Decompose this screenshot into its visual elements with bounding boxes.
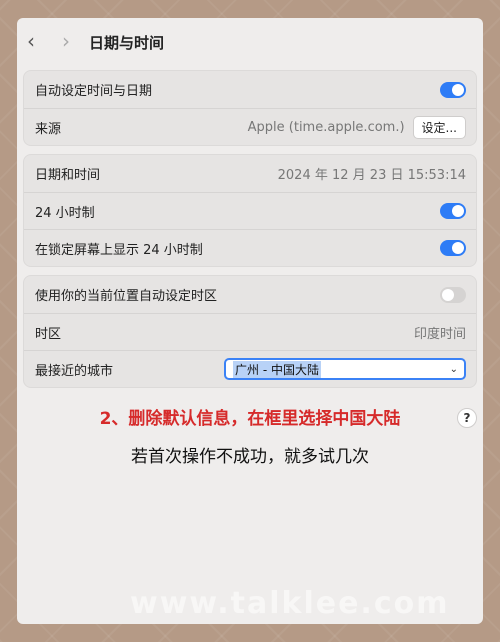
instruction-red: 2、删除默认信息，在框里选择中国大陆 — [99, 409, 401, 429]
auto-time-group: 自动设定时间与日期 来源 Apple (time.apple.com.) 设定.… — [23, 70, 477, 146]
timezone-group: 使用你的当前位置自动设定时区 时区 印度时间 最接近的城市 广州 - 中国大陆 … — [23, 275, 477, 388]
auto-time-toggle[interactable] — [440, 81, 466, 98]
auto-time-label: 自动设定时间与日期 — [35, 84, 153, 99]
tz-row: 时区 印度时间 — [24, 313, 476, 350]
lock24-toggle[interactable] — [440, 240, 466, 256]
city-row: 最接近的城市 广州 - 中国大陆 ⌄ — [24, 350, 476, 387]
lock24-label: 在锁定屏幕上显示 24 小时制 — [35, 242, 203, 258]
city-select-value: 广州 - 中国大陆 — [233, 360, 321, 378]
auto-tz-row: 使用你的当前位置自动设定时区 — [24, 276, 476, 313]
tz-value: 印度时间 — [413, 326, 466, 342]
watermark: www.talklee.com — [130, 586, 450, 621]
instruction-black: 若首次操作不成功，就多试几次 — [131, 447, 369, 467]
settings-window: ‹ › 日期与时间 自动设定时间与日期 来源 Apple (time.apple… — [17, 18, 483, 624]
clock24-row: 24 小时制 — [24, 192, 476, 229]
datetime-value: 2024 年 12 月 23 日 15:53:14 — [277, 168, 466, 183]
datetime-group: 日期和时间 2024 年 12 月 23 日 15:53:14 24 小时制 在… — [23, 154, 477, 267]
city-select[interactable]: 广州 - 中国大陆 ⌄ — [224, 358, 466, 380]
clock24-label: 24 小时制 — [35, 205, 95, 221]
datetime-label: 日期和时间 — [35, 168, 101, 183]
chevron-down-icon: ⌄ — [449, 363, 458, 375]
help-icon[interactable]: ? — [457, 408, 477, 428]
tz-label: 时区 — [35, 326, 62, 342]
datetime-row: 日期和时间 2024 年 12 月 23 日 15:53:14 — [24, 155, 476, 192]
lock24-row: 在锁定屏幕上显示 24 小时制 — [24, 229, 476, 266]
city-label: 最接近的城市 — [35, 363, 114, 379]
auto-tz-toggle[interactable] — [440, 286, 466, 303]
titlebar: ‹ › 日期与时间 — [17, 18, 483, 66]
auto-time-row: 自动设定时间与日期 — [24, 71, 476, 108]
chevron-right-icon[interactable]: › — [55, 29, 77, 53]
source-row: 来源 Apple (time.apple.com.) 设定... — [24, 108, 476, 145]
source-set-button[interactable]: 设定... — [412, 115, 466, 139]
source-label: 来源 — [35, 121, 62, 137]
source-value: Apple (time.apple.com.) — [247, 119, 405, 135]
page-title: 日期与时间 — [89, 34, 165, 52]
clock24-toggle[interactable] — [440, 203, 466, 219]
auto-tz-label: 使用你的当前位置自动设定时区 — [35, 289, 218, 304]
chevron-left-icon[interactable]: ‹ — [20, 29, 42, 53]
